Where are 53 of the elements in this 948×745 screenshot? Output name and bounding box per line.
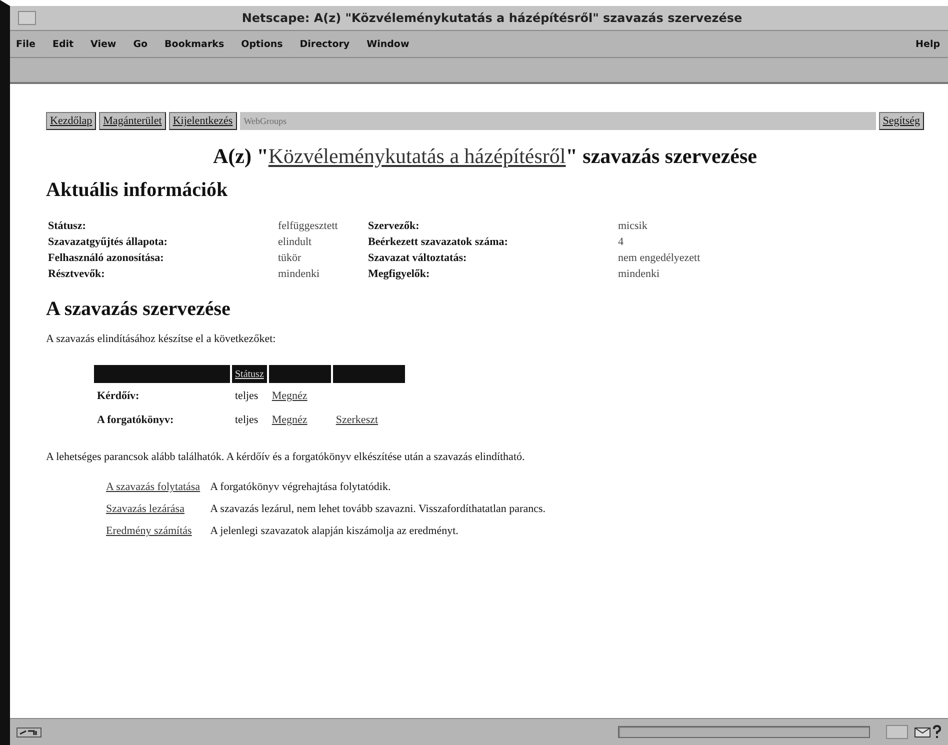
row-label: Kérdőív: — [96, 389, 140, 404]
section-heading: A szavazás szervezése — [46, 298, 232, 321]
banner-bar: WebGroups — [240, 112, 876, 130]
nav-link[interactable]: Magánterület — [99, 112, 166, 130]
command-description: A jelenlegi szavazatok alapján kiszámolja az eredményt. — [210, 525, 460, 537]
field-label: Megfigyelők: — [368, 268, 431, 280]
page-heading: A(z) "Közvéleménykutatás a házépítésről" szavazás szervezése — [212, 144, 758, 169]
menu-item[interactable]: Edit — [52, 38, 74, 50]
menu-item[interactable]: View — [90, 38, 116, 50]
field-label: Szavazat változtatás: — [368, 252, 468, 264]
nav-link[interactable]: Kezdőlap — [46, 112, 96, 130]
action-link[interactable]: Szerkeszt — [336, 414, 378, 426]
field-label: Státusz: — [48, 220, 87, 232]
command-description: A szavazás lezárul, nem lehet tovább szavazni. Visszafordíthatatlan parancs. — [210, 503, 546, 515]
row-label: A forgatókönyv: — [96, 413, 175, 428]
column-header: Státusz — [232, 365, 267, 383]
menu-item[interactable]: Directory — [300, 38, 350, 50]
status-cell-text: teljes — [234, 389, 260, 404]
field-value: elindult — [278, 236, 313, 248]
action-link[interactable]: Megnéz — [272, 390, 308, 402]
status-cell-text: teljes — [234, 413, 260, 428]
commands-text: A lehetséges parancsok alább találhatók. A kérdőív és a forgatókönyv elkészítése után a szavazás elindítható. — [46, 451, 526, 463]
field-label: Résztvevők: — [48, 268, 106, 280]
poll-link[interactable]: Közvéleménykutatás a házépítésről — [268, 144, 566, 168]
command-link[interactable]: Szavazás lezárása — [106, 503, 200, 515]
field-label: Szervezők: — [368, 220, 420, 232]
action-link[interactable]: Megnéz — [272, 414, 308, 426]
menu-item[interactable]: Bookmarks — [164, 38, 224, 50]
field-label: Beérkezett szavazatok száma: — [368, 236, 509, 248]
field-label: Felhasználó azonosítása: — [48, 252, 165, 264]
window-title: Netscape: A(z) "Közvéleménykutatás a házépítésről" szavazás szervezése — [240, 11, 744, 25]
status-indicator — [886, 725, 908, 739]
field-value: mindenki — [618, 268, 661, 280]
section-heading: Aktuális információk — [46, 179, 229, 202]
field-value: mindenki — [278, 268, 321, 280]
command-description: A forgatókönyv végrehajtása folytatódik. — [210, 481, 392, 493]
nav-link[interactable]: Kijelentkezés — [168, 112, 237, 130]
menu-item[interactable]: Window — [366, 38, 410, 50]
field-value: micsik — [618, 220, 648, 232]
header-cell — [268, 365, 331, 383]
menu-item[interactable]: Options — [241, 38, 283, 50]
command-link[interactable]: A szavazás folytatása — [106, 481, 200, 493]
field-label: Szavazatgyűjtés állapota: — [48, 236, 168, 248]
field-value: felfüggesztett — [278, 220, 339, 232]
command-link[interactable]: Eredmény számítás — [106, 525, 200, 537]
help-link[interactable]: Segítség — [878, 112, 924, 130]
menu-item[interactable]: Help — [916, 38, 940, 50]
field-value: tükör — [278, 252, 302, 264]
menu-item[interactable]: Go — [133, 38, 148, 50]
menu-item[interactable]: File — [16, 38, 36, 50]
field-value: 4 — [618, 236, 624, 248]
intro-text: A szavazás elindításához készítse el a következőket: — [46, 333, 277, 345]
field-value: nem engedélyezett — [618, 252, 702, 264]
